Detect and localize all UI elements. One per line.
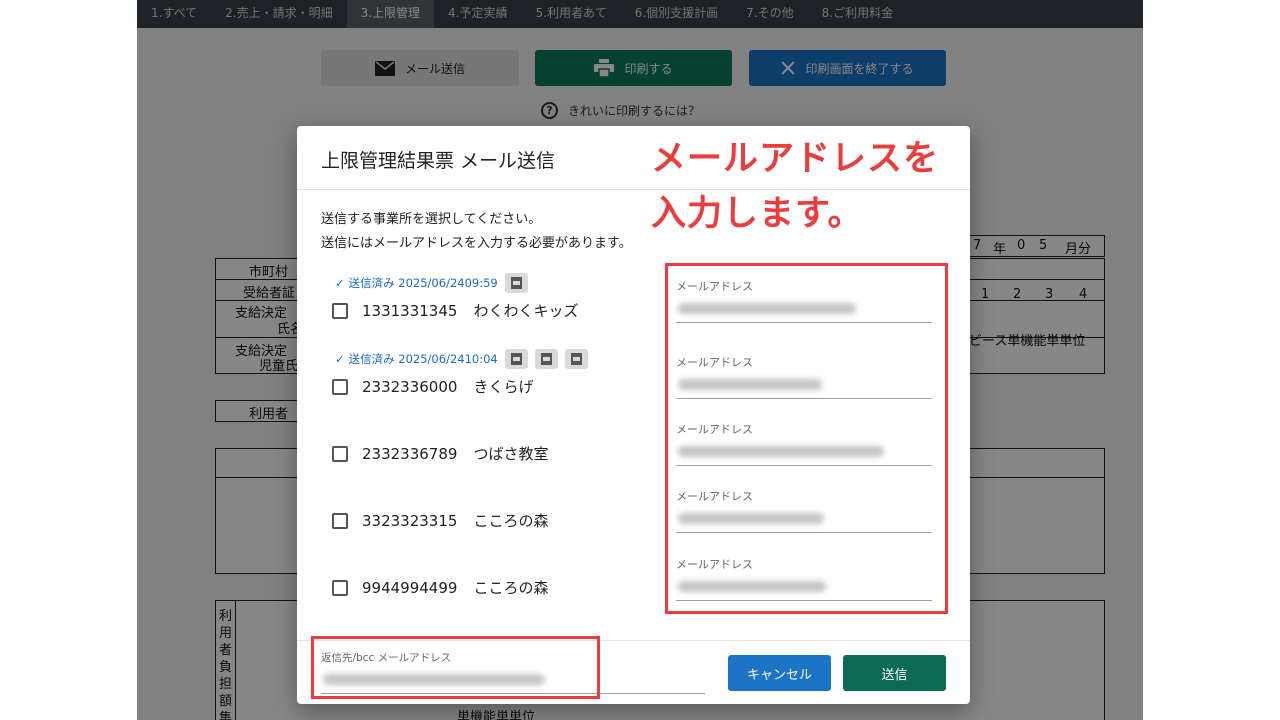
sent-status-text-1: 送信済み 2025/06/2409:59 bbox=[348, 276, 498, 290]
office-checkbox-2[interactable] bbox=[332, 378, 348, 395]
office-code-5: 9944994499 bbox=[362, 578, 458, 597]
office-checkbox-4[interactable] bbox=[332, 512, 348, 529]
dialog-instruction-1: 送信する事業所を選択してください。 bbox=[321, 212, 542, 227]
dialog-instruction-2: 送信にはメールアドレスを入力する必要があります。 bbox=[321, 236, 632, 251]
office-name-4: こころの森 bbox=[473, 512, 549, 530]
pdf-icon[interactable] bbox=[504, 349, 528, 369]
office-code-3: 2332336789 bbox=[362, 444, 458, 463]
office-checkbox-1[interactable] bbox=[332, 302, 348, 319]
dialog-divider bbox=[297, 189, 970, 190]
pdf-icon[interactable] bbox=[534, 349, 558, 369]
sent-status-2: ✓ 送信済み 2025/06/2410:04 bbox=[335, 349, 588, 369]
annotation-line-2: 入力します。 bbox=[651, 194, 864, 234]
office-name-3: つばさ教室 bbox=[473, 445, 549, 463]
office-row-2: 2332336000 きくらげ bbox=[332, 376, 533, 397]
office-code-2: 2332336000 bbox=[362, 377, 458, 396]
office-checkbox-5[interactable] bbox=[332, 579, 348, 596]
office-row-4: 3323323315 こころの森 bbox=[332, 510, 548, 531]
office-row-5: 9944994499 こころの森 bbox=[332, 577, 548, 598]
office-code-4: 3323323315 bbox=[362, 511, 458, 530]
reply-field-highlight bbox=[311, 636, 600, 699]
screenshot-stage: 1.すべて 2.売上・請求・明細 3.上限管理 4.予定実績 5.利用者あて 6… bbox=[0, 0, 1280, 720]
cancel-button[interactable]: キャンセル bbox=[728, 655, 831, 691]
check-icon: ✓ bbox=[335, 352, 345, 366]
check-icon: ✓ bbox=[335, 276, 345, 290]
office-name-5: こころの森 bbox=[473, 579, 549, 597]
office-checkbox-3[interactable] bbox=[332, 445, 348, 462]
sent-status-text-2: 送信済み 2025/06/2410:04 bbox=[348, 352, 498, 366]
office-row-3: 2332336789 つばさ教室 bbox=[332, 443, 548, 464]
office-row-1: 1331331345 わくわくキッズ bbox=[332, 300, 578, 321]
office-code-1: 1331331345 bbox=[362, 301, 458, 320]
email-fields-highlight bbox=[665, 263, 948, 614]
office-name-2: きくらげ bbox=[473, 378, 534, 396]
office-name-1: わくわくキッズ bbox=[473, 302, 579, 320]
annotation-line-1: メールアドレスを bbox=[651, 139, 940, 179]
send-button[interactable]: 送信 bbox=[843, 655, 946, 691]
pdf-icon[interactable] bbox=[504, 273, 528, 293]
pdf-icon[interactable] bbox=[564, 349, 588, 369]
dialog-title: 上限管理結果票 メール送信 bbox=[321, 150, 556, 172]
sent-status-1: ✓ 送信済み 2025/06/2409:59 bbox=[335, 273, 528, 293]
